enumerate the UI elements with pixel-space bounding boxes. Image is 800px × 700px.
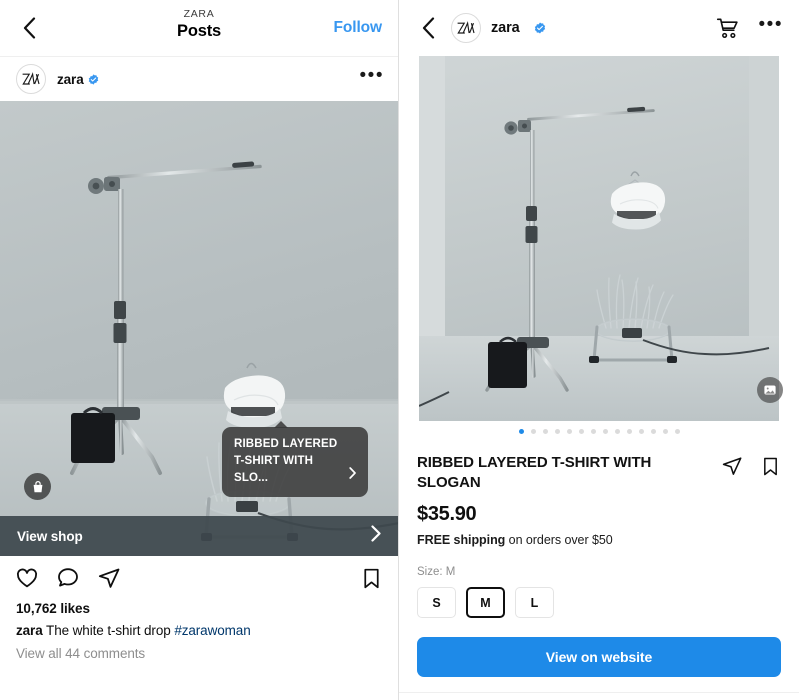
product-more-options-icon[interactable]: •••	[759, 15, 783, 36]
carousel-dot[interactable]	[638, 428, 644, 434]
view-on-website-button[interactable]: View on website	[417, 637, 781, 677]
instagram-shopping-screens: ZARA Posts Follow zara ••• RIBBED LAYERE…	[0, 0, 800, 700]
caption-hashtag[interactable]: #zarawoman	[174, 623, 250, 638]
navbar-kicker: ZARA	[183, 8, 215, 20]
view-shop-bar[interactable]: View shop	[0, 516, 398, 556]
carousel-dot[interactable]	[518, 428, 524, 434]
chevron-right-icon	[349, 467, 357, 485]
right-navbar: zara •••	[399, 0, 799, 56]
photo-gallery-icon[interactable]	[757, 377, 783, 403]
carousel-dot[interactable]	[674, 428, 680, 434]
shipping-rest: on orders over $50	[505, 533, 613, 547]
size-option-m[interactable]: M	[466, 587, 505, 618]
product-title: RIBBED LAYERED T-SHIRT WITH SLOGAN	[417, 454, 652, 491]
chevron-right-icon	[371, 525, 382, 547]
shipping-highlight: FREE shipping	[417, 533, 506, 547]
carousel-dot[interactable]	[626, 428, 632, 434]
view-shop-label: View shop	[17, 528, 83, 544]
product-price: $35.90	[417, 503, 477, 525]
left-navbar: ZARA Posts Follow	[0, 0, 398, 56]
follow-button[interactable]: Follow	[334, 19, 383, 37]
carousel-dot[interactable]	[602, 428, 608, 434]
merchant-username[interactable]: zara	[491, 20, 520, 36]
shipping-note: FREE shipping on orders over $50	[417, 532, 781, 549]
bookmark-icon[interactable]	[360, 567, 383, 590]
carousel-dot[interactable]	[590, 428, 596, 434]
carousel-dot[interactable]	[578, 428, 584, 434]
left-panel-post-view: ZARA Posts Follow zara ••• RIBBED LAYERE…	[0, 0, 399, 700]
right-panel-product-view: zara ••• RIBBED LAYERED T-SHIRT WITH SLO…	[399, 0, 799, 700]
size-selector: S M L	[417, 587, 781, 618]
studio-photo	[419, 56, 779, 421]
carousel-dot[interactable]	[530, 428, 536, 434]
comment-bubble-icon[interactable]	[56, 566, 80, 590]
size-label: Size: M	[417, 566, 456, 578]
product-title-row: RIBBED LAYERED T-SHIRT WITH SLOGAN	[417, 453, 781, 493]
verified-badge-icon	[88, 73, 99, 85]
carousel-dot[interactable]	[554, 428, 560, 434]
product-media[interactable]	[399, 56, 799, 421]
zara-logo-icon	[457, 21, 475, 34]
bookmark-icon[interactable]	[760, 456, 781, 482]
avatar[interactable]	[16, 64, 46, 94]
product-tag-overlay[interactable]: RIBBED LAYERED T-SHIRT WITH SLO...	[222, 421, 368, 497]
shopping-cart-icon[interactable]	[716, 17, 739, 40]
shopping-bag-icon[interactable]	[24, 473, 51, 500]
product-title-actions	[721, 453, 781, 482]
share-paperplane-icon[interactable]	[97, 566, 121, 590]
description-accordion[interactable]: Description	[399, 693, 799, 700]
verified-badge-icon	[534, 22, 546, 34]
back-chevron-icon[interactable]	[415, 15, 441, 41]
back-chevron-icon[interactable]	[16, 15, 42, 41]
post-header: zara •••	[0, 57, 398, 101]
product-info: RIBBED LAYERED T-SHIRT WITH SLOGAN $35.9…	[399, 441, 799, 618]
avatar[interactable]	[451, 13, 481, 43]
carousel-dot[interactable]	[650, 428, 656, 434]
zara-logo-icon	[22, 72, 40, 85]
size-option-s[interactable]: S	[417, 587, 456, 618]
post-action-row	[0, 556, 398, 600]
carousel-dot[interactable]	[566, 428, 572, 434]
heart-icon[interactable]	[15, 566, 39, 590]
page-title: Posts	[177, 22, 221, 40]
view-comments-link[interactable]: View all 44 comments	[0, 640, 398, 663]
carousel-dot[interactable]	[542, 428, 548, 434]
share-paperplane-icon[interactable]	[721, 455, 743, 482]
size-option-l[interactable]: L	[515, 587, 554, 618]
post-caption: zara The white t-shirt drop #zarawoman	[0, 618, 398, 640]
caption-text: The white t-shirt drop	[46, 623, 171, 638]
post-more-options-icon[interactable]: •••	[360, 66, 384, 87]
product-tag-label: RIBBED LAYERED T-SHIRT WITH SLO...	[234, 438, 338, 484]
product-photo-frame	[419, 56, 779, 421]
post-media[interactable]: RIBBED LAYERED T-SHIRT WITH SLO... View …	[0, 101, 398, 556]
post-username[interactable]: zara	[57, 72, 84, 87]
navbar-actions: •••	[716, 15, 783, 40]
likes-count: 10,762 likes	[16, 601, 90, 616]
caption-username[interactable]: zara	[16, 623, 43, 638]
carousel-dots[interactable]	[399, 421, 799, 441]
carousel-dot[interactable]	[614, 428, 620, 434]
carousel-dot[interactable]	[662, 428, 668, 434]
